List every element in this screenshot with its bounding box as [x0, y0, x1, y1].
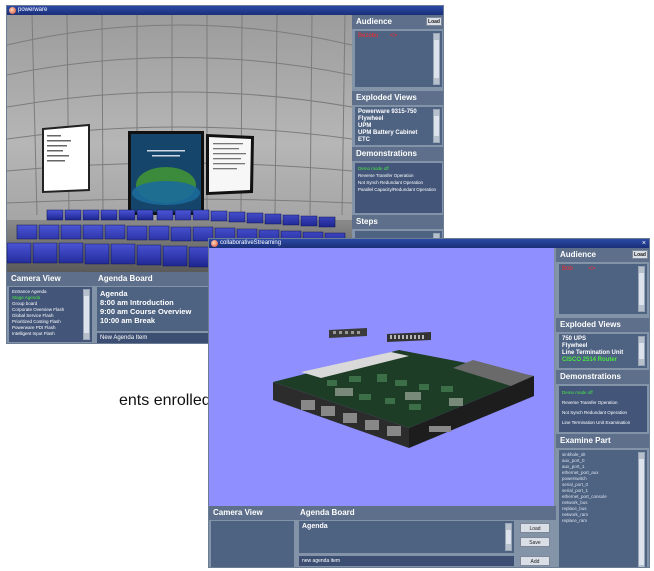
list-item[interactable]: 750 UPS	[562, 336, 644, 343]
exploded-views-list[interactable]: 750 UPS Flywheel Line Termination Unit C…	[559, 334, 647, 368]
list-item[interactable]: Parallel Capacity/Redundant Operation	[358, 186, 439, 193]
exploded-views-list[interactable]: Powerware 9315-750 Flywheel UPM UPM Batt…	[355, 107, 442, 145]
audience-load-button[interactable]: Load	[632, 250, 648, 259]
list-item[interactable]: CISCO 2514 Router	[562, 357, 644, 364]
list-item[interactable]: Demo mode off	[358, 165, 439, 172]
exploded-scrollbar[interactable]	[638, 336, 645, 366]
list-item[interactable]: Intelligent Input Flash	[12, 331, 89, 337]
camera-scrollbar[interactable]	[83, 289, 90, 340]
save-button[interactable]: Save	[520, 537, 550, 547]
window-title: powerware	[18, 7, 48, 13]
new-agenda-item-input[interactable]: new agenda item	[299, 556, 514, 566]
new-agenda-item-input[interactable]: New Agenda Item	[97, 333, 217, 343]
demonstrations-list[interactable]: Demo mode off Reverse Transfer Operation…	[355, 163, 442, 213]
load-button[interactable]: Load	[520, 523, 550, 533]
agenda-heading: Agenda	[302, 523, 328, 530]
add-button[interactable]: Add	[520, 556, 550, 566]
demonstrations-list[interactable]: Demo mode off Reverse Transfer Operation…	[559, 386, 647, 432]
list-item[interactable]: Powerware 9315-750	[358, 109, 439, 116]
list-item[interactable]: UPM	[358, 123, 439, 130]
list-item[interactable]: Reverse Transfer Operation	[358, 172, 439, 179]
audience-list[interactable]: Bezobu <>	[355, 31, 442, 87]
camera-view-header: Camera View	[7, 272, 94, 286]
3d-viewport[interactable]	[7, 15, 352, 272]
camera-view-header: Camera View	[209, 506, 296, 520]
examine-part-header: Examine Part	[556, 434, 649, 448]
3d-viewport[interactable]	[209, 248, 554, 506]
list-item[interactable]: UPM Battery Cabinet	[358, 130, 439, 137]
examine-part-list[interactable]: sinkhole_slt aux_port_0 aux_port_1 ether…	[559, 450, 647, 567]
examine-scrollbar[interactable]	[638, 452, 645, 567]
audience-member: Bezobu	[358, 33, 379, 39]
demonstrations-header: Demonstrations	[352, 147, 443, 161]
list-item[interactable]: Not Synch Redundant Operation	[358, 179, 439, 186]
camera-view-panel: Camera View Entrance Agenda Stage Agenda…	[7, 272, 94, 343]
agenda-board-panel: Agenda Board Agenda new agenda item Load…	[296, 506, 556, 567]
list-item[interactable]: Line Termination Unit Examination	[562, 418, 644, 428]
titlebar: powerware	[7, 6, 443, 15]
demonstrations-header: Demonstrations	[556, 370, 649, 384]
app-icon	[211, 240, 218, 247]
list-item[interactable]: ETC	[358, 137, 439, 144]
exploded-views-header: Exploded Views	[352, 91, 443, 105]
list-item[interactable]: Reverse Transfer Operation	[562, 398, 644, 408]
audience-header: Audience Load	[352, 15, 443, 29]
app-icon	[9, 7, 16, 14]
agenda-scrollbar[interactable]	[505, 523, 512, 551]
titlebar: collaborativeStreaming ×	[209, 239, 649, 248]
audience-list[interactable]: Bob <>	[559, 264, 647, 314]
camera-view-list[interactable]: Entrance Agenda Stage Agenda Group board…	[9, 287, 92, 342]
list-item[interactable]: replace_ram	[562, 518, 644, 524]
agenda-board-header: Agenda Board	[296, 506, 556, 520]
exploded-scrollbar[interactable]	[433, 109, 440, 143]
list-item[interactable]: Flywheel	[358, 116, 439, 123]
list-item[interactable]: Demo mode off	[562, 388, 644, 398]
window-collaborative-streaming: collaborativeStreaming × Audience Load B…	[208, 238, 650, 568]
steps-header: Steps	[352, 215, 443, 229]
audience-scrollbar[interactable]	[433, 33, 440, 85]
close-icon[interactable]: ×	[642, 239, 646, 248]
sidebar: Audience Load Bob <> Exploded Views 750 …	[556, 248, 649, 567]
window-title: collaborativeStreaming	[220, 240, 282, 246]
camera-view-list[interactable]	[211, 521, 294, 567]
camera-view-panel: Camera View	[209, 506, 296, 567]
list-item[interactable]: Line Termination Unit	[562, 350, 644, 357]
audience-load-button[interactable]: Load	[426, 17, 442, 26]
exploded-views-header: Exploded Views	[556, 318, 649, 332]
list-item[interactable]: Not Synch Redundant Operation	[562, 408, 644, 418]
audience-scrollbar[interactable]	[638, 266, 645, 312]
audience-header: Audience Load	[556, 248, 649, 262]
audience-member: Bob	[562, 266, 573, 272]
list-item[interactable]: Flywheel	[562, 343, 644, 350]
agenda-content: Agenda	[299, 521, 514, 553]
